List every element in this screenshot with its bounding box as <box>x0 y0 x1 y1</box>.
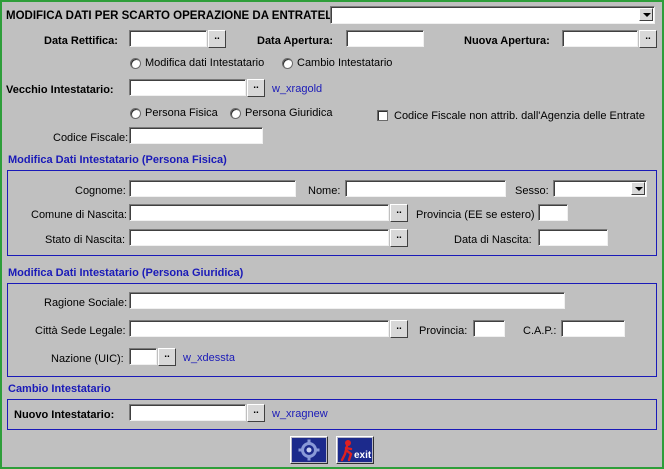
cap-label: C.A.P.: <box>523 325 557 337</box>
exit-button[interactable]: exit <box>336 436 374 464</box>
data-nascita-label: Data di Nascita: <box>454 234 532 246</box>
vecchio-intestatario-input[interactable] <box>129 79 246 96</box>
nome-input[interactable] <box>345 180 506 197</box>
data-rettifica-label: Data Rettifica: <box>44 35 118 47</box>
ragione-sociale-input[interactable] <box>129 292 565 309</box>
nuova-apertura-label: Nuova Apertura: <box>464 35 550 47</box>
vecchio-intestatario-label: Vecchio Intestatario: <box>6 84 114 96</box>
nome-label: Nome: <box>308 185 341 197</box>
scarto-select[interactable] <box>330 6 655 24</box>
cognome-label: Cognome: <box>75 185 126 197</box>
chevron-down-icon[interactable] <box>631 182 645 195</box>
vecchio-intestatario-ref: w_xragold <box>272 83 323 95</box>
codice-fiscale-checkbox-label: Codice Fiscale non attrib. dall'Agenzia … <box>394 110 645 122</box>
cambio-section-title: Cambio Intestatario <box>8 383 111 395</box>
nazione-lookup-button[interactable]: .. <box>158 348 176 366</box>
nuovo-intestatario-ref: w_xragnew <box>272 408 328 420</box>
ragione-sociale-label: Ragione Sociale: <box>44 297 128 309</box>
nazione-input[interactable] <box>129 348 157 365</box>
nuova-apertura-input[interactable] <box>562 30 638 47</box>
gear-icon <box>292 438 326 462</box>
data-apertura-label: Data Apertura: <box>257 35 333 47</box>
sesso-label: Sesso: <box>515 185 549 197</box>
exit-label: exit <box>354 450 372 461</box>
window-frame: MODIFICA DATI PER SCARTO OPERAZIONE DA E… <box>0 0 664 469</box>
data-nascita-input[interactable] <box>538 229 608 246</box>
persona-giuridica-radio[interactable] <box>230 108 241 119</box>
codice-fiscale-input[interactable] <box>129 127 263 144</box>
codice-fiscale-label: Codice Fiscale: <box>53 132 129 144</box>
citta-sede-input[interactable] <box>129 320 389 337</box>
stato-nascita-input[interactable] <box>129 229 389 246</box>
codice-fiscale-checkbox[interactable] <box>377 110 388 121</box>
cambio-intestatario-label: Cambio Intestatario <box>297 57 393 69</box>
nuovo-intestatario-lookup-button[interactable]: .. <box>247 404 265 422</box>
nuova-apertura-lookup-button[interactable]: .. <box>639 30 657 48</box>
citta-sede-lookup-button[interactable]: .. <box>390 320 408 338</box>
persona-giuridica-label: Persona Giuridica <box>245 107 333 119</box>
data-apertura-input[interactable] <box>346 30 424 47</box>
persona-fisica-radio[interactable] <box>130 108 141 119</box>
citta-sede-label: Città Sede Legale: <box>35 325 126 337</box>
cambio-intestatario-radio[interactable] <box>282 58 293 69</box>
sesso-select[interactable] <box>553 180 647 197</box>
provincia-sede-label: Provincia: <box>419 325 468 337</box>
comune-nascita-lookup-button[interactable]: .. <box>390 204 408 222</box>
persona-fisica-label: Persona Fisica <box>145 107 218 119</box>
question-label: MODIFICA DATI PER SCARTO OPERAZIONE DA E… <box>6 10 343 22</box>
data-rettifica-lookup-button[interactable]: .. <box>208 30 226 48</box>
provincia-nascita-input[interactable] <box>538 204 568 221</box>
vecchio-intestatario-lookup-button[interactable]: .. <box>247 79 265 97</box>
data-rettifica-input[interactable] <box>129 30 207 47</box>
nazione-ref: w_xdessta <box>183 352 235 364</box>
cognome-input[interactable] <box>129 180 296 197</box>
chevron-down-icon[interactable] <box>639 8 653 21</box>
modifica-dati-label: Modifica dati Intestatario <box>145 57 265 69</box>
comune-nascita-input[interactable] <box>129 204 389 221</box>
fisica-section-title: Modifica Dati Intestatario (Persona Fisi… <box>8 154 227 166</box>
nuovo-intestatario-input[interactable] <box>129 404 246 421</box>
giuridica-section-title: Modifica Dati Intestatario (Persona Giur… <box>8 267 244 279</box>
provincia-nascita-label: Provincia (EE se estero) <box>416 209 535 221</box>
modifica-dati-radio[interactable] <box>130 58 141 69</box>
process-button[interactable] <box>290 436 328 464</box>
provincia-sede-input[interactable] <box>473 320 505 337</box>
cap-input[interactable] <box>561 320 625 337</box>
comune-nascita-label: Comune di Nascita: <box>31 209 127 221</box>
stato-nascita-label: Stato di Nascita: <box>45 234 126 246</box>
stato-nascita-lookup-button[interactable]: .. <box>390 229 408 247</box>
nazione-label: Nazione (UIC): <box>51 353 124 365</box>
nuovo-intestatario-label: Nuovo Intestatario: <box>14 409 115 421</box>
